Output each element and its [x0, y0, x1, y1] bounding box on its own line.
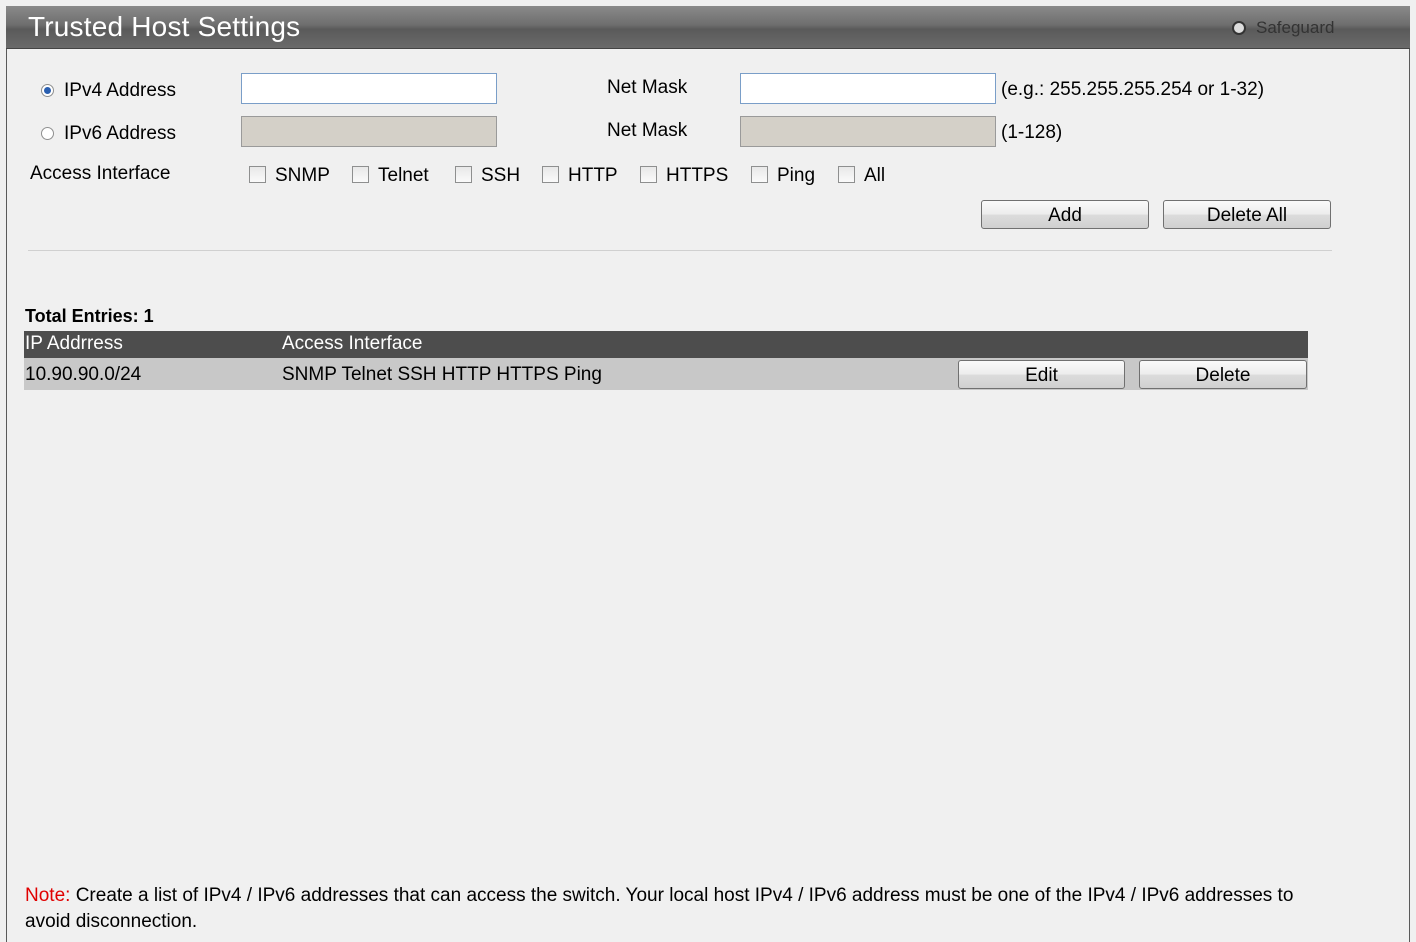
ipv4-netmask-label: Net Mask	[607, 77, 688, 98]
all-checkbox[interactable]	[838, 166, 855, 183]
delete-button[interactable]: Delete	[1139, 360, 1307, 389]
table-header: IP Addrress Access Interface	[24, 331, 1308, 358]
https-checkbox[interactable]	[640, 166, 657, 183]
ssh-checkbox[interactable]	[455, 166, 472, 183]
ipv6-netmask-input[interactable]	[740, 116, 996, 147]
column-header-access-interface: Access Interface	[282, 333, 423, 354]
telnet-checkbox-label: Telnet	[378, 165, 429, 186]
http-checkbox[interactable]	[542, 166, 559, 183]
ipv4-address-input[interactable]	[241, 73, 497, 104]
edit-button[interactable]: Edit	[958, 360, 1125, 389]
cell-access-interface: SNMP Telnet SSH HTTP HTTPS Ping	[282, 364, 602, 385]
page-frame	[6, 6, 1410, 942]
ping-checkbox-label: Ping	[777, 165, 816, 186]
table-row: 10.90.90.0/24 SNMP Telnet SSH HTTP HTTPS…	[24, 358, 1308, 390]
https-checkbox-label: HTTPS	[666, 165, 729, 186]
access-interface-label: Access Interface	[30, 163, 171, 184]
note: Note: Create a list of IPv4 / IPv6 addre…	[25, 883, 1315, 935]
note-text: Create a list of IPv4 / IPv6 addresses t…	[25, 885, 1294, 932]
ipv6-address-input[interactable]	[241, 116, 497, 147]
total-entries: Total Entries: 1	[25, 306, 154, 326]
safeguard-label: Safeguard	[1256, 18, 1335, 37]
title-bar: Trusted Host Settings Safeguard	[6, 6, 1410, 49]
ipv4-netmask-hint: (e.g.: 255.255.255.254 or 1-32)	[1001, 79, 1265, 100]
section-divider	[28, 250, 1332, 251]
note-label: Note:	[25, 885, 71, 906]
safeguard-icon	[1232, 21, 1246, 35]
snmp-checkbox-label: SNMP	[275, 165, 330, 186]
page-title: Trusted Host Settings	[28, 11, 301, 42]
ipv6-netmask-hint: (1-128)	[1001, 122, 1063, 143]
ipv6-address-label: IPv6 Address	[64, 123, 176, 144]
snmp-checkbox[interactable]	[249, 166, 266, 183]
ping-checkbox[interactable]	[751, 166, 768, 183]
safeguard-indicator: Safeguard	[1232, 16, 1380, 40]
ipv4-address-label: IPv4 Address	[64, 80, 176, 101]
ipv6-netmask-label: Net Mask	[607, 120, 688, 141]
ssh-checkbox-label: SSH	[481, 165, 521, 186]
cell-ip-address: 10.90.90.0/24	[25, 364, 142, 385]
ipv4-radio[interactable]	[41, 84, 54, 97]
delete-all-button[interactable]: Delete All	[1163, 200, 1331, 229]
add-button[interactable]: Add	[981, 200, 1149, 229]
ipv4-netmask-input[interactable]	[740, 73, 996, 104]
ipv6-radio[interactable]	[41, 127, 54, 140]
all-checkbox-label: All	[864, 165, 886, 186]
column-header-ip: IP Addrress	[25, 333, 123, 354]
http-checkbox-label: HTTP	[568, 165, 618, 186]
telnet-checkbox[interactable]	[352, 166, 369, 183]
